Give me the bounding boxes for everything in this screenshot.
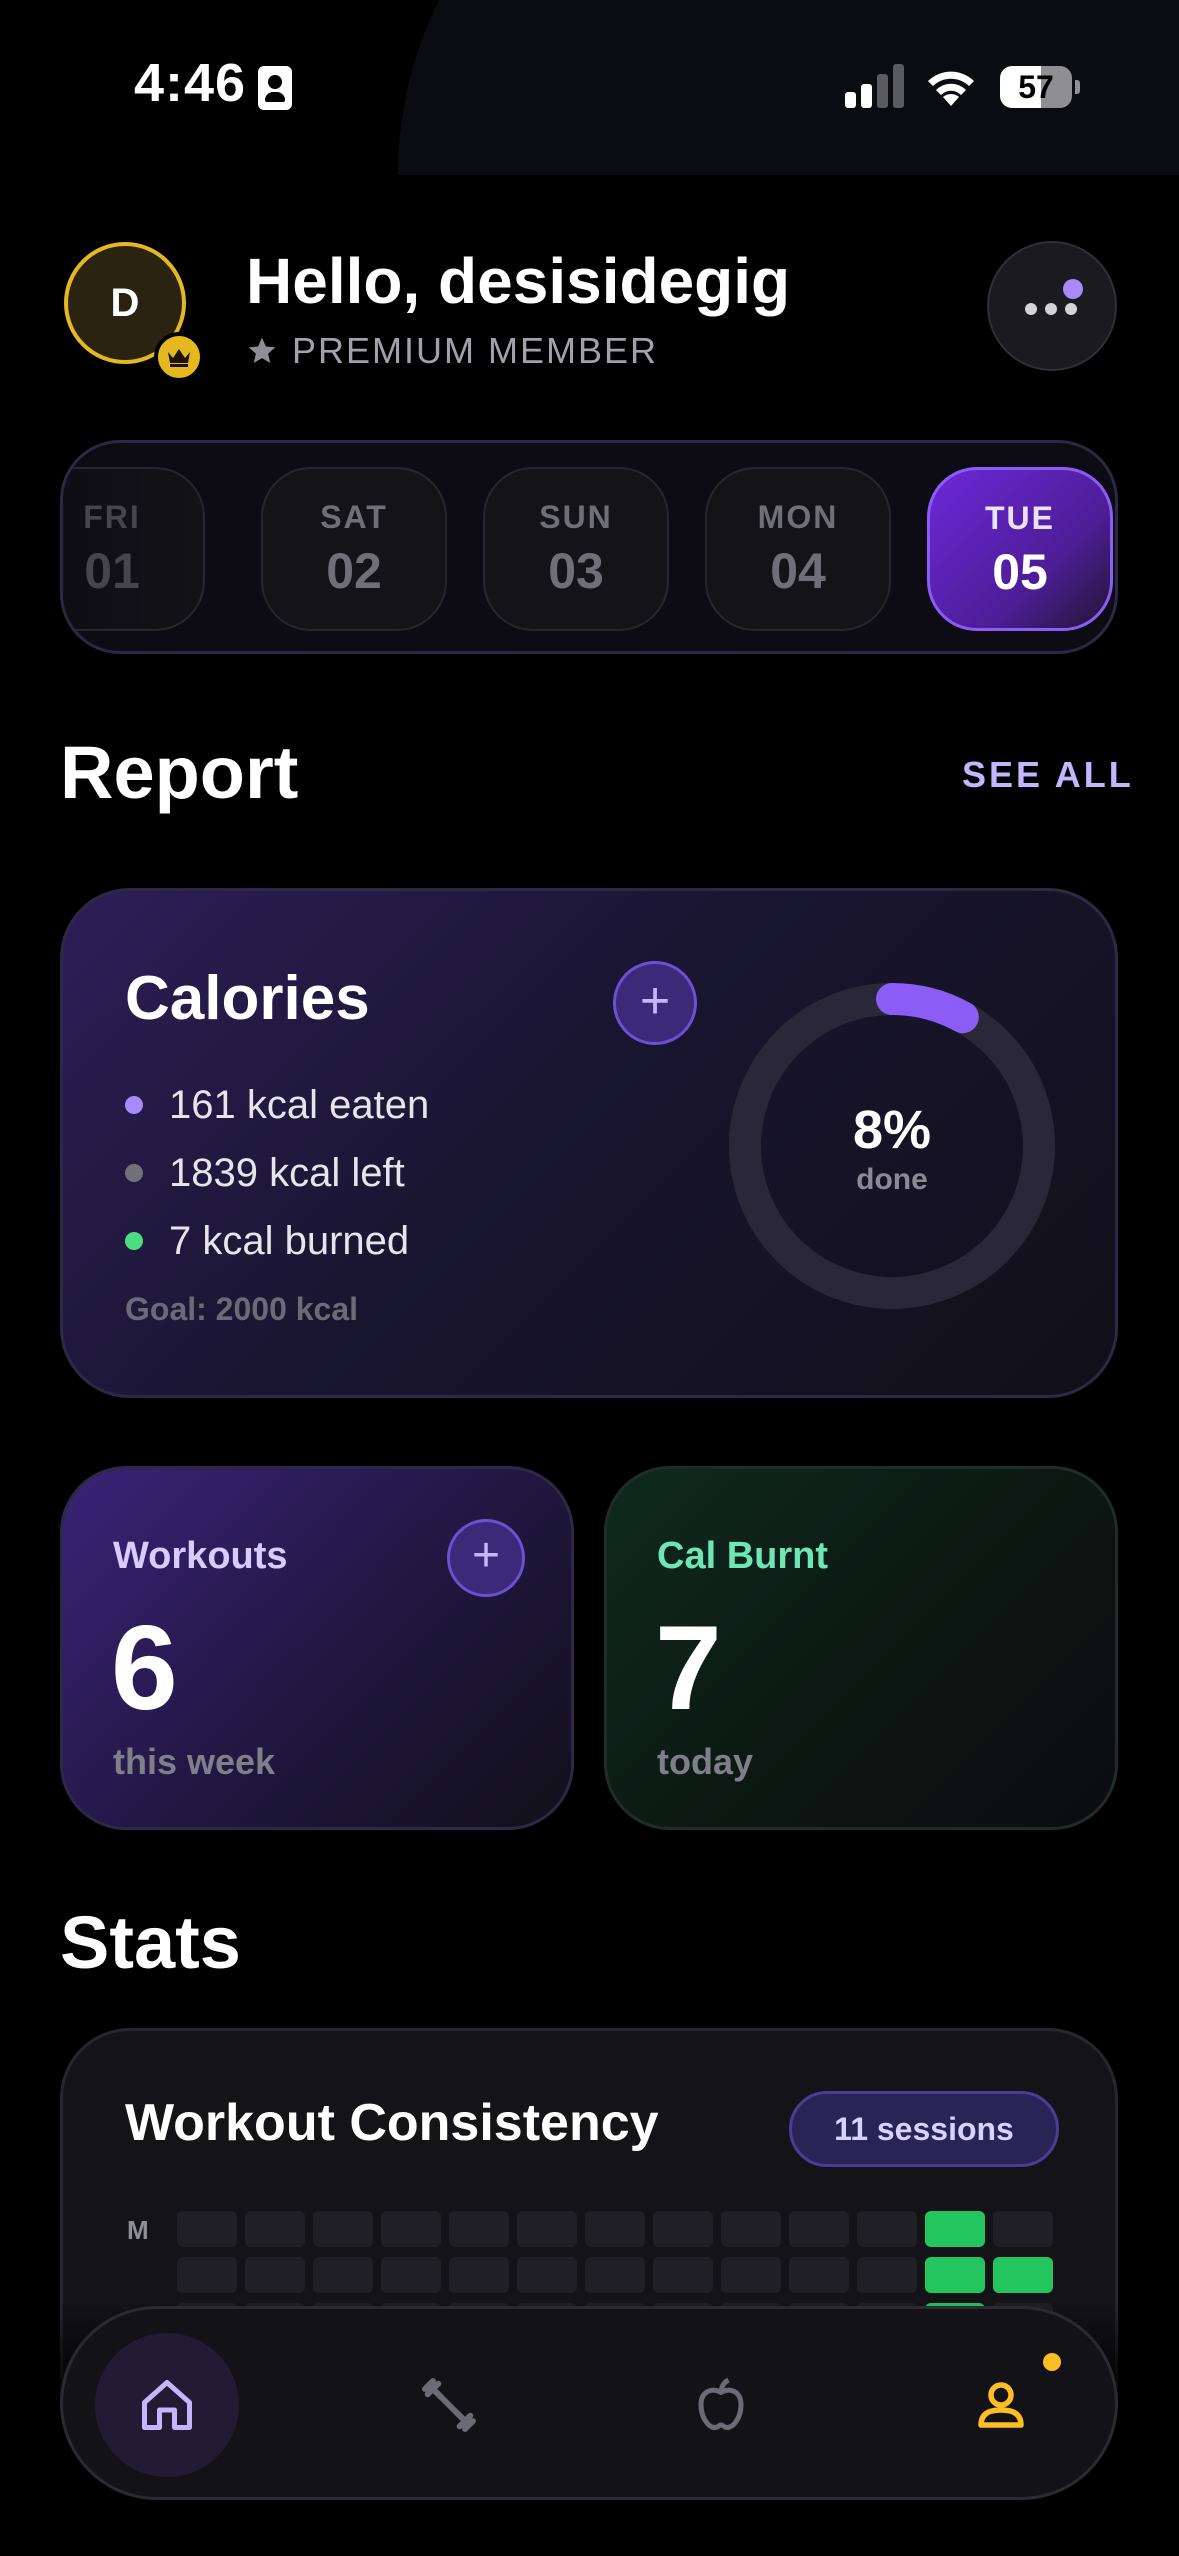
legend-eaten: 161 kcal eaten <box>125 1071 429 1139</box>
heatmap-cell <box>925 2257 985 2293</box>
legend-burned: 7 kcal burned <box>125 1207 429 1275</box>
date-number: 02 <box>326 543 382 599</box>
workouts-value: 6 <box>111 1601 178 1735</box>
profile-icon <box>978 2382 1024 2428</box>
cal-burnt-value: 7 <box>655 1601 722 1735</box>
nav-workouts[interactable] <box>377 2333 521 2477</box>
heatmap-cell <box>177 2257 237 2293</box>
cal-burnt-sub: today <box>657 1741 754 1782</box>
date-pill-tue[interactable]: TUE 05 <box>927 467 1113 631</box>
date-pill-mon[interactable]: MON 04 <box>705 467 891 631</box>
greeting-title: Hello, desisidegig <box>246 245 791 317</box>
date-pill-fri[interactable]: FRI 01 <box>63 467 205 631</box>
calorie-goal: Goal: 2000 kcal <box>125 1291 359 1327</box>
heatmap-cell <box>721 2257 781 2293</box>
calories-progress-ring: 8% done <box>727 981 1057 1311</box>
progress-caption: done <box>856 1163 928 1196</box>
heatmap-cell <box>993 2257 1053 2293</box>
heatmap-cell <box>993 2211 1053 2247</box>
more-menu-button[interactable] <box>987 241 1117 371</box>
nav-nutrition[interactable] <box>649 2333 793 2477</box>
heatmap-cell <box>245 2211 305 2247</box>
heatmap-cell <box>449 2211 509 2247</box>
heatmap-cell <box>585 2257 645 2293</box>
consistency-title: Workout Consistency <box>125 2094 659 2152</box>
wifi-icon <box>928 71 974 106</box>
sessions-badge: 11 sessions <box>789 2091 1059 2167</box>
date-day: MON <box>757 499 839 535</box>
heatmap-cell <box>517 2257 577 2293</box>
legend-left: 1839 kcal left <box>125 1139 429 1207</box>
see-all-link[interactable]: SEE ALL <box>962 754 1134 796</box>
legend-text: 1839 kcal left <box>169 1150 405 1195</box>
heatmap-cell <box>449 2257 509 2293</box>
id-card-icon <box>258 66 292 110</box>
heatmap-cell <box>245 2257 305 2293</box>
heatmap-cell <box>313 2257 373 2293</box>
crown-icon <box>154 332 204 382</box>
more-icon <box>1025 303 1077 315</box>
heatmap-cell <box>653 2257 713 2293</box>
heatmap-cell <box>857 2211 917 2247</box>
cal-burnt-label: Cal Burnt <box>657 1535 828 1577</box>
date-day: TUE <box>985 500 1055 536</box>
heatmap-cell <box>177 2211 237 2247</box>
workouts-label: Workouts <box>113 1535 288 1577</box>
heatmap-cell <box>925 2211 985 2247</box>
legend-text: 161 kcal eaten <box>169 1082 430 1127</box>
date-selector: FRI 01 SAT 02 SUN 03 MON 04 TUE 05 <box>60 440 1118 654</box>
date-number: 01 <box>84 543 140 599</box>
battery-percent: 57 <box>1018 69 1054 105</box>
date-pill-sat[interactable]: SAT 02 <box>261 467 447 631</box>
date-number: 05 <box>992 544 1048 600</box>
apple-icon <box>698 2377 744 2430</box>
heatmap-cell <box>517 2211 577 2247</box>
star-icon <box>248 337 276 363</box>
calories-title: Calories <box>125 964 370 1033</box>
row-label: M <box>127 2215 149 2245</box>
progress-percent: 8% <box>852 1100 932 1160</box>
add-calories-button[interactable]: + <box>613 961 697 1045</box>
heatmap-cell <box>789 2211 849 2247</box>
member-status: PREMIUM MEMBER <box>246 330 658 372</box>
date-day: FRI <box>83 499 141 535</box>
date-day: SUN <box>539 499 613 535</box>
heatmap-cell <box>789 2257 849 2293</box>
notification-dot <box>1063 279 1083 299</box>
workouts-sub: this week <box>113 1741 276 1782</box>
add-workout-button[interactable]: + <box>447 1519 525 1597</box>
signal-icon <box>845 64 905 108</box>
heatmap-cell <box>857 2257 917 2293</box>
heatmap-cell <box>585 2211 645 2247</box>
date-pill-sun[interactable]: SUN 03 <box>483 467 669 631</box>
battery-icon: 57 <box>1000 66 1080 108</box>
workouts-card[interactable]: Workouts + 6 this week <box>60 1466 574 1830</box>
app-screen: 4:46 57 D Hello, desisidegig PREMIUM MEM… <box>0 0 1179 2556</box>
calories-card[interactable]: Calories + 161 kcal eaten 1839 kcal left… <box>60 888 1118 1398</box>
date-number: 03 <box>548 543 604 599</box>
avatar-initial: D <box>110 280 140 325</box>
date-number: 04 <box>770 543 826 599</box>
heatmap-cell <box>721 2211 781 2247</box>
member-label: PREMIUM MEMBER <box>292 330 659 371</box>
calories-legend: 161 kcal eaten 1839 kcal left 7 kcal bur… <box>125 1071 429 1275</box>
heatmap-cell <box>381 2257 441 2293</box>
bottom-navigation <box>60 2306 1118 2500</box>
legend-text: 7 kcal burned <box>169 1218 410 1263</box>
heatmap-cell <box>381 2211 441 2247</box>
heatmap-cell <box>653 2211 713 2247</box>
cal-burnt-card[interactable]: Cal Burnt 7 today <box>604 1466 1118 1830</box>
profile-notification-dot <box>1043 2353 1061 2371</box>
home-icon <box>142 2380 192 2430</box>
report-title: Report <box>60 731 299 814</box>
stats-title: Stats <box>60 1901 241 1984</box>
heatmap-cell <box>313 2211 373 2247</box>
dumbbell-icon <box>422 2378 476 2432</box>
date-day: SAT <box>320 499 388 535</box>
status-time: 4:46 <box>134 53 247 113</box>
nav-home[interactable] <box>95 2333 239 2477</box>
